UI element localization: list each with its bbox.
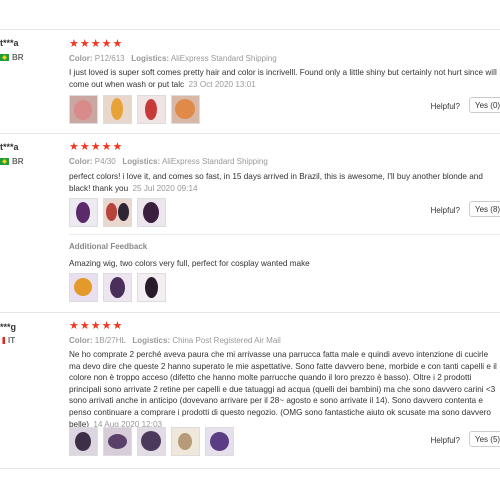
review-text: I just loved is super soft comes pretty …: [69, 67, 497, 90]
star-rating: ★★★★★: [69, 320, 124, 332]
helpful-label: Helpful?: [430, 436, 460, 445]
review-body: Ne ho comprate 2 perché aveva paura che …: [69, 350, 497, 429]
review-photo[interactable]: [137, 198, 166, 227]
logistics-label: Logistics:: [122, 157, 161, 166]
review-photo[interactable]: [69, 198, 98, 227]
brazil-flag-icon: [0, 158, 9, 165]
additional-feedback-text: Amazing wig, two colors very full, perfe…: [69, 259, 310, 268]
logistics-value: AliExpress Standard Shipping: [161, 157, 268, 166]
review-meta: Color: 1B/27HL Logistics: China Post Reg…: [69, 336, 281, 345]
color-value: 1B/27HL: [94, 336, 126, 345]
helpful-label: Helpful?: [430, 206, 460, 215]
color-label: Color:: [69, 157, 93, 166]
review-top-border: [0, 312, 500, 313]
color-label: Color:: [69, 336, 93, 345]
logistics-value: China Post Registered Air Mail: [172, 336, 281, 345]
review-photos: [69, 95, 200, 124]
review-photo[interactable]: [103, 427, 132, 456]
review-date: 23 Oct 2020 13:01: [188, 79, 256, 89]
review-photo[interactable]: [171, 427, 200, 456]
review-text: Ne ho comprate 2 perché aveva paura che …: [69, 349, 497, 430]
country-code: IT: [8, 336, 16, 345]
reviewer-name: t***a: [0, 38, 19, 48]
color-value: P4/30: [94, 157, 116, 166]
star-rating: ★★★★★: [69, 141, 124, 153]
review-top-border: [0, 133, 500, 134]
review-photo[interactable]: [69, 427, 98, 456]
reviewer-name: ***g: [0, 322, 17, 332]
review-photo[interactable]: [137, 427, 166, 456]
review-photos: [69, 427, 234, 456]
review-photo[interactable]: [103, 95, 132, 124]
additional-feedback-divider: [69, 234, 500, 235]
review-photo[interactable]: [69, 273, 98, 302]
logistics-label: Logistics:: [131, 54, 170, 63]
color-label: Color:: [69, 54, 93, 63]
logistics-label: Logistics:: [132, 336, 171, 345]
review-photo[interactable]: [103, 198, 132, 227]
brazil-flag-icon: [0, 54, 9, 61]
helpful-yes-button[interactable]: Yes (5): [469, 431, 500, 447]
review-bottom-border: [0, 468, 500, 469]
logistics-value: AliExpress Standard Shipping: [170, 54, 277, 63]
review-top-border: [0, 29, 500, 30]
review-body: I just loved is super soft comes pretty …: [69, 68, 497, 89]
review-photo[interactable]: [69, 95, 98, 124]
review-meta: Color: P12/613 Logistics: AliExpress Sta…: [69, 54, 277, 63]
reviewer-country: IT: [0, 336, 15, 345]
color-value: P12/613: [94, 54, 125, 63]
additional-feedback-photos: [69, 273, 166, 302]
italy-flag-icon: [0, 337, 5, 344]
star-rating: ★★★★★: [69, 38, 124, 50]
review-photo[interactable]: [137, 273, 166, 302]
review-photos: [69, 198, 166, 227]
review-photo[interactable]: [137, 95, 166, 124]
review-photo[interactable]: [205, 427, 234, 456]
review-text: perfect colors! i love it, and comes so …: [69, 171, 497, 194]
helpful-yes-button[interactable]: Yes (0): [469, 97, 500, 113]
review-date: 25 Jul 2020 09:14: [132, 183, 198, 193]
additional-feedback-label: Additional Feedback: [69, 242, 148, 251]
review-photo[interactable]: [171, 95, 200, 124]
country-code: BR: [12, 157, 24, 166]
review-meta: Color: P4/30 Logistics: AliExpress Stand…: [69, 157, 268, 166]
helpful-yes-button[interactable]: Yes (8): [469, 201, 500, 217]
helpful-label: Helpful?: [430, 102, 460, 111]
review-photo[interactable]: [103, 273, 132, 302]
reviewer-name: t***a: [0, 142, 19, 152]
reviewer-country: BR: [0, 53, 24, 62]
country-code: BR: [12, 53, 24, 62]
reviewer-country: BR: [0, 157, 24, 166]
